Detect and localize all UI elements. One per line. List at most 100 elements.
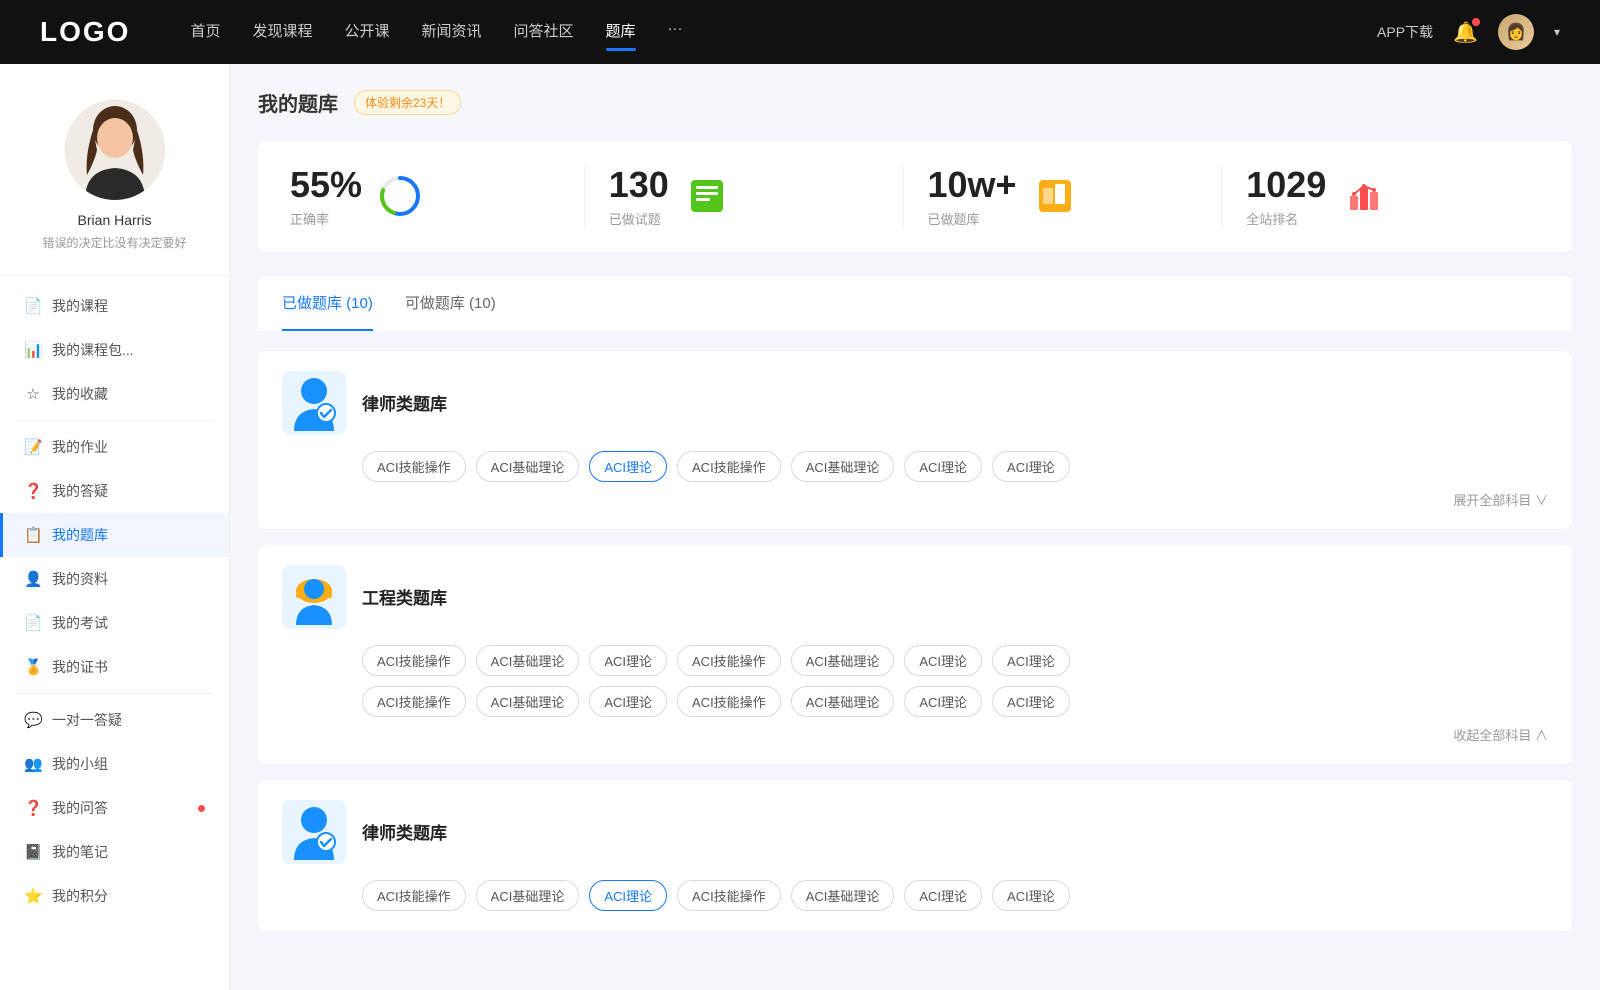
nav-question-bank[interactable]: 题库 <box>606 20 636 45</box>
sidebar-profile: Brian Harris 错误的决定比没有决定要好 <box>0 84 229 276</box>
qbank-header-engineer: 工程类题库 <box>282 565 1548 629</box>
sidebar-item-notes[interactable]: 📓 我的笔记 <box>0 830 229 874</box>
qbank-tag-active[interactable]: ACI理论 <box>589 451 667 482</box>
tabs-bar: 已做题库 (10) 可做题库 (10) <box>258 276 1572 331</box>
tab-available-banks[interactable]: 可做题库 (10) <box>405 276 496 331</box>
qbank-tag[interactable]: ACI基础理论 <box>791 686 895 717</box>
qbank-tag[interactable]: ACI基础理论 <box>791 451 895 482</box>
qbank-tag[interactable]: ACI理论 <box>992 451 1070 482</box>
page-header: 我的题库 体验剩余23天！ <box>258 88 1572 117</box>
avatar-chevron-icon[interactable]: ▾ <box>1554 25 1560 39</box>
sidebar-divider-1 <box>16 420 213 421</box>
stat-ranking-value: 1029 <box>1246 165 1326 205</box>
sidebar-label-notes: 我的笔记 <box>52 842 205 862</box>
exam-icon: 📄 <box>24 614 42 632</box>
nav-news[interactable]: 新闻资讯 <box>422 20 482 45</box>
qbank-tag[interactable]: ACI理论 <box>904 880 982 911</box>
sidebar-label-exam: 我的考试 <box>52 613 205 633</box>
qbank-tag[interactable]: ACI基础理论 <box>791 645 895 676</box>
qbank-tag[interactable]: ACI技能操作 <box>677 880 781 911</box>
qbank-tag[interactable]: ACI理论 <box>904 645 982 676</box>
user-motto: 错误的决定比没有决定要好 <box>42 234 186 251</box>
user-name: Brian Harris <box>78 212 152 228</box>
qbank-tag[interactable]: ACI理论 <box>904 686 982 717</box>
qbank-tag[interactable]: ACI基础理论 <box>791 880 895 911</box>
qbank-tag[interactable]: ACI技能操作 <box>362 880 466 911</box>
stat-done-questions-label: 已做试题 <box>609 209 669 228</box>
sidebar-label-points: 我的积分 <box>52 886 205 906</box>
qbank-tag[interactable]: ACI理论 <box>904 451 982 482</box>
notification-bell[interactable]: 🔔 <box>1453 20 1478 45</box>
sidebar-label-qa: 我的答疑 <box>52 481 205 501</box>
sidebar-item-my-qa[interactable]: ❓ 我的问答 <box>0 786 229 830</box>
qbank-tag[interactable]: ACI理论 <box>589 686 667 717</box>
qbank-tag[interactable]: ACI理论 <box>992 686 1070 717</box>
notification-dot <box>1472 18 1480 26</box>
qbank-tag[interactable]: ACI技能操作 <box>362 645 466 676</box>
sidebar-label-my-courses: 我的课程 <box>52 296 205 316</box>
qbank-tag-active[interactable]: ACI理论 <box>589 880 667 911</box>
qbank-tag[interactable]: ACI技能操作 <box>677 645 781 676</box>
sidebar-item-certificate[interactable]: 🏅 我的证书 <box>0 645 229 689</box>
nav-open-course[interactable]: 公开课 <box>344 20 389 45</box>
qbank-title-engineer: 工程类题库 <box>362 584 447 609</box>
avatar[interactable]: 👩 <box>1498 14 1534 50</box>
qbank-tag[interactable]: ACI理论 <box>992 645 1070 676</box>
stat-accuracy-value: 55% <box>290 165 362 205</box>
qbank-icon-lawyer-2 <box>282 800 346 864</box>
sidebar-label-1on1: 一对一答疑 <box>52 710 205 730</box>
nav-home[interactable]: 首页 <box>190 20 220 45</box>
sidebar-item-qa[interactable]: ❓ 我的答疑 <box>0 469 229 513</box>
stat-done-questions-icon <box>685 174 729 218</box>
sidebar-label-certificate: 我的证书 <box>52 657 205 677</box>
qbank-tags-engineer-row2: ACI技能操作 ACI基础理论 ACI理论 ACI技能操作 ACI基础理论 AC… <box>362 686 1548 717</box>
sidebar-item-points[interactable]: ⭐ 我的积分 <box>0 874 229 918</box>
stat-done-banks-value: 10w+ <box>928 165 1017 205</box>
qbank-tag[interactable]: ACI基础理论 <box>476 645 580 676</box>
stat-done-questions-value: 130 <box>609 165 669 205</box>
page-layout: Brian Harris 错误的决定比没有决定要好 📄 我的课程 📊 我的课程包… <box>0 64 1600 990</box>
stat-done-banks-values: 10w+ 已做题库 <box>928 165 1017 228</box>
qbank-tags-engineer-row1: ACI技能操作 ACI基础理论 ACI理论 ACI技能操作 ACI基础理论 AC… <box>362 645 1548 676</box>
sidebar-label-homework: 我的作业 <box>52 437 205 457</box>
stats-card: 55% 正确率 130 已做试题 <box>258 141 1572 252</box>
sidebar-label-question-bank: 我的题库 <box>52 525 205 545</box>
sidebar-item-course-packages[interactable]: 📊 我的课程包... <box>0 328 229 372</box>
qbank-expand-lawyer-1[interactable]: 展开全部科目 ∨ <box>282 490 1548 509</box>
stat-ranking-values: 1029 全站排名 <box>1246 165 1326 228</box>
sidebar-item-profile[interactable]: 👤 我的资料 <box>0 557 229 601</box>
sidebar-avatar[interactable] <box>65 100 165 200</box>
stat-ranking-icon <box>1342 174 1386 218</box>
sidebar-item-exam[interactable]: 📄 我的考试 <box>0 601 229 645</box>
qbank-tag[interactable]: ACI基础理论 <box>476 451 580 482</box>
sidebar-item-question-bank[interactable]: 📋 我的题库 <box>0 513 229 557</box>
nav-more[interactable]: ··· <box>668 20 683 45</box>
sidebar-item-favorites[interactable]: ☆ 我的收藏 <box>0 372 229 416</box>
qbank-tag[interactable]: ACI基础理论 <box>476 686 580 717</box>
sidebar-item-groups[interactable]: 👥 我的小组 <box>0 742 229 786</box>
qbank-tag[interactable]: ACI技能操作 <box>677 451 781 482</box>
qbank-tag[interactable]: ACI技能操作 <box>677 686 781 717</box>
nav-qa[interactable]: 问答社区 <box>514 20 574 45</box>
stat-done-questions: 130 已做试题 <box>585 165 904 228</box>
qbank-card-lawyer-1: 律师类题库 ACI技能操作 ACI基础理论 ACI理论 ACI技能操作 ACI基… <box>258 351 1572 529</box>
qbank-tag[interactable]: ACI技能操作 <box>362 686 466 717</box>
stat-accuracy-icon <box>378 174 422 218</box>
tab-done-banks[interactable]: 已做题库 (10) <box>282 276 373 331</box>
navbar: LOGO 首页 发现课程 公开课 新闻资讯 问答社区 题库 ··· APP下载 … <box>0 0 1600 64</box>
qbank-expand-engineer[interactable]: 收起全部科目 ∧ <box>282 725 1548 744</box>
nav-discover[interactable]: 发现课程 <box>252 20 312 45</box>
qbank-tag[interactable]: ACI基础理论 <box>476 880 580 911</box>
stat-ranking: 1029 全站排名 <box>1222 165 1540 228</box>
qbank-tag[interactable]: ACI理论 <box>992 880 1070 911</box>
qbank-tag[interactable]: ACI理论 <box>589 645 667 676</box>
sidebar-item-1on1-qa[interactable]: 💬 一对一答疑 <box>0 698 229 742</box>
sidebar-item-my-courses[interactable]: 📄 我的课程 <box>0 284 229 328</box>
sidebar-item-homework[interactable]: 📝 我的作业 <box>0 425 229 469</box>
stat-done-banks-icon <box>1033 174 1077 218</box>
qbank-tag[interactable]: ACI技能操作 <box>362 451 466 482</box>
qbank-card-engineer: 工程类题库 ACI技能操作 ACI基础理论 ACI理论 ACI技能操作 ACI基… <box>258 545 1572 764</box>
1on1-icon: 💬 <box>24 711 42 729</box>
app-download-button[interactable]: APP下载 <box>1377 22 1433 42</box>
qbank-card-lawyer-2: 律师类题库 ACI技能操作 ACI基础理论 ACI理论 ACI技能操作 ACI基… <box>258 780 1572 931</box>
